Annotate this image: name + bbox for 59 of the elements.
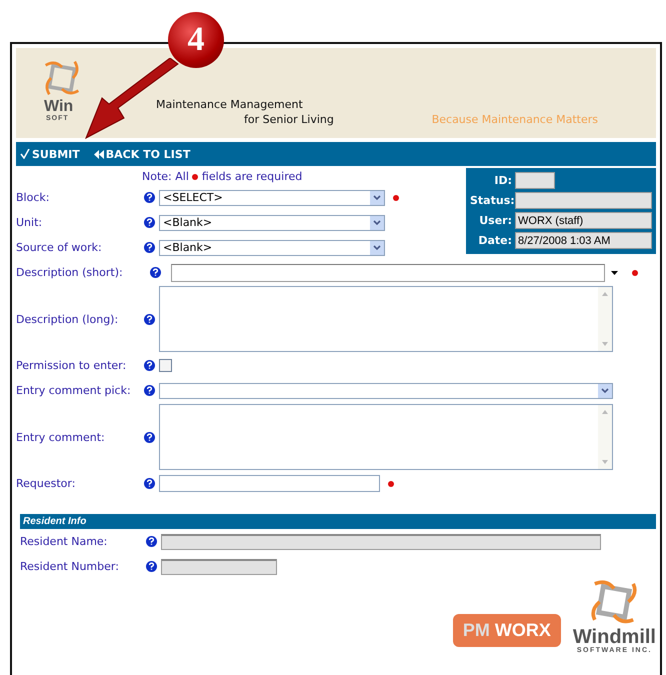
logo-text: Win (44, 98, 74, 115)
dropdown-field[interactable]: <Blank> (159, 214, 385, 230)
info-label: Date: (477, 234, 512, 247)
header-subtitle: for Senior Living (244, 113, 334, 126)
chevron-down-icon (370, 240, 384, 254)
help-icon[interactable] (146, 536, 157, 547)
help-icon[interactable] (144, 314, 155, 324)
checkbox[interactable] (159, 359, 172, 372)
checkmark-icon (20, 149, 30, 159)
field-label: Requestor: (16, 477, 76, 490)
help-icon[interactable] (144, 478, 155, 489)
field-label: Block: (16, 191, 50, 204)
back-button[interactable]: BACK TO LIST (94, 148, 190, 160)
field-label: Resident Number: (20, 560, 120, 573)
chevron-down-icon (370, 216, 384, 230)
read-only-field[interactable] (515, 172, 555, 189)
chevron-down-icon (598, 384, 612, 398)
field-label: Resident Name: (20, 535, 108, 548)
help-icon[interactable] (144, 217, 155, 228)
help-icon[interactable] (150, 267, 161, 278)
submit-button[interactable]: SUBMIT (20, 148, 80, 160)
product-badge: PM WORX (452, 614, 561, 648)
read-only-field[interactable] (161, 558, 277, 574)
section-header: Resident Info (20, 514, 656, 529)
field-label: Source of work: (16, 241, 103, 254)
field-label: Description (long): (16, 312, 120, 326)
read-only-field[interactable] (515, 192, 652, 209)
scrollbar-icon (598, 405, 612, 469)
brand-name: Windmill (572, 627, 656, 647)
dropdown-field[interactable]: <SELECT> (159, 190, 385, 206)
pinwheel-logo-icon (42, 58, 82, 98)
header-title: Maintenance Management (156, 98, 304, 111)
read-only-field[interactable] (161, 534, 601, 550)
help-icon[interactable] (146, 561, 157, 572)
dropdown-arrow-icon[interactable] (611, 270, 618, 274)
info-label: ID: (493, 174, 512, 187)
field-label: Description (short): (16, 266, 124, 279)
read-only-field[interactable]: 8/27/2008 1:03 AM (515, 232, 652, 249)
dropdown-field[interactable] (159, 382, 613, 398)
info-label: Status: (470, 194, 512, 207)
field-label: Permission to enter: (16, 359, 128, 372)
text-field[interactable] (171, 264, 605, 282)
slogan: Because Maintenance Matters (432, 113, 598, 126)
help-icon[interactable] (144, 360, 155, 371)
help-icon[interactable] (144, 432, 155, 442)
field-label: Entry comment: (16, 430, 106, 444)
chevron-down-icon (370, 190, 384, 204)
step-number-badge: 4 (168, 12, 224, 68)
help-icon[interactable] (144, 242, 155, 253)
help-icon[interactable] (144, 192, 155, 203)
help-icon[interactable] (144, 385, 155, 396)
read-only-field[interactable]: WORX (staff) (515, 212, 652, 229)
info-label: User: (478, 214, 512, 227)
text-field[interactable] (159, 475, 380, 492)
field-label: Entry comment pick: (16, 384, 132, 397)
double-left-arrow-icon (94, 150, 104, 158)
dropdown-field[interactable]: <Blank> (159, 240, 385, 256)
scrollbar-icon (598, 287, 612, 351)
field-label: Unit: (16, 216, 44, 229)
